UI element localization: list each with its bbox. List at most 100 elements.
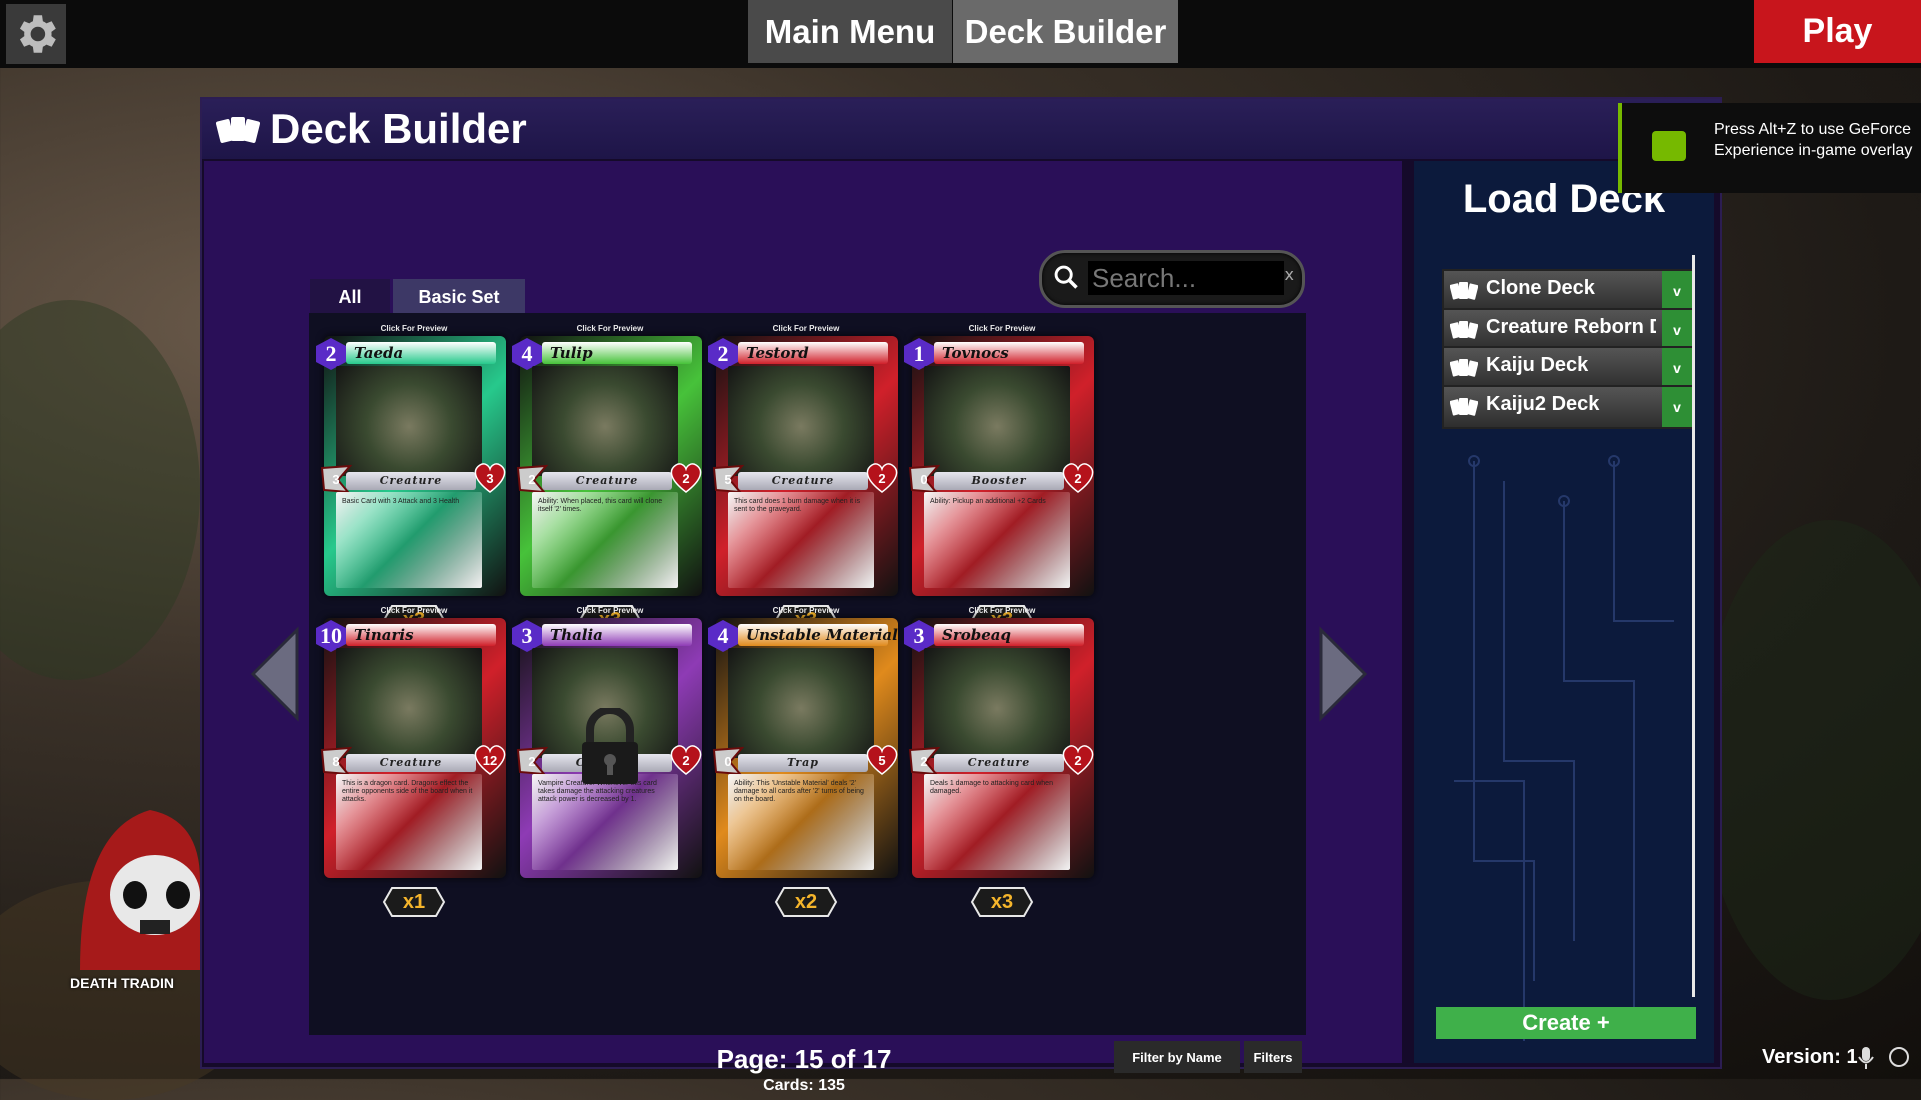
card-tile[interactable]: Click For Preview Tovnocs 1 Booster 0 2 … [902, 324, 1102, 636]
card-name-bar: Srobeaq [934, 624, 1084, 646]
card-artwork [336, 366, 482, 476]
deck-expand-button[interactable]: v [1662, 271, 1692, 311]
search-clear-button[interactable]: x [1285, 265, 1294, 284]
card-type: Booster [934, 472, 1064, 490]
health-value: 2 [682, 470, 690, 486]
card-name-bar: Taeda [346, 342, 496, 364]
deck-list-item[interactable]: Kaiju2 Deck v [1442, 384, 1694, 429]
tab-basic-set[interactable]: Basic Set [393, 279, 525, 315]
attack-value: 2 [528, 471, 536, 487]
card-count-badge: x3 [970, 886, 1034, 918]
next-page-arrow[interactable] [1317, 626, 1369, 722]
page-title: Deck Builder [270, 105, 527, 152]
geforce-overlay-notification: Press Alt+Z to use GeForce Experience in… [1618, 103, 1921, 193]
card-description: Deals 1 damage to attacking card when da… [930, 780, 1053, 795]
card-description: Ability: This 'Unstable Material' deals … [734, 780, 864, 803]
deck-list-item[interactable]: Creature Reborn Deck v [1442, 307, 1694, 352]
search-input[interactable] [1088, 261, 1284, 295]
search-box: x [1039, 250, 1305, 308]
card-type: Creature [346, 754, 476, 772]
deck-builder-button[interactable]: Deck Builder [953, 0, 1178, 63]
search-icon [1054, 265, 1078, 289]
page-indicator: Page: 15 of 17 [716, 1044, 892, 1074]
card-count: x2 [794, 890, 818, 913]
tab-all[interactable]: All [310, 279, 390, 315]
card-description: This card does 1 burn damage when it is … [734, 498, 861, 513]
main-menu-button[interactable]: Main Menu [748, 0, 952, 63]
health-heart-icon: 2 [668, 744, 704, 776]
cards-icon [215, 112, 261, 146]
card-tile[interactable]: Click For Preview Srobeaq 3 Creature 2 2… [902, 606, 1102, 918]
card-tile[interactable]: Click For Preview Thalia 3 Creature 2 2 … [510, 606, 710, 918]
card-artwork [728, 648, 874, 758]
card-type: Creature [738, 472, 868, 490]
deck-expand-button[interactable]: v [1662, 386, 1692, 427]
card-text-box: Ability: This 'Unstable Material' deals … [728, 774, 874, 870]
card-type: Creature [934, 754, 1064, 772]
card-artwork [336, 648, 482, 758]
card-count: x3 [990, 890, 1014, 913]
card-tile[interactable]: Click For Preview Testord 2 Creature 5 2… [706, 324, 906, 636]
filters-button[interactable]: Filters [1244, 1041, 1302, 1073]
attack-value: 0 [724, 753, 732, 769]
health-heart-icon: 2 [668, 462, 704, 494]
card-browser: All Basic Set x Click For Preview Taeda … [204, 161, 1402, 1094]
create-deck-button[interactable]: Create + [1436, 1007, 1696, 1039]
card-tile[interactable]: Click For Preview Tinaris 10 Creature 8 … [314, 606, 514, 918]
health-value: 5 [878, 752, 886, 768]
card-tile[interactable]: Click For Preview Tulip 4 Creature 2 2 A… [510, 324, 710, 636]
game-logo: DEATH TRADIN [70, 790, 200, 991]
version-label: Version: 1 [1762, 1046, 1858, 1068]
card-name-bar: Testord [738, 342, 888, 364]
health-value: 2 [1074, 752, 1082, 768]
card-tile[interactable]: Click For Preview Taeda 2 Creature 3 3 B… [314, 324, 514, 636]
card-name: Tovnocs [942, 344, 1009, 362]
card-name: Thalia [550, 626, 603, 644]
deck-list-item[interactable]: Kaiju Deck v [1442, 346, 1694, 390]
attack-value: 3 [332, 471, 340, 487]
previous-page-arrow[interactable] [249, 626, 301, 722]
health-value: 3 [486, 470, 494, 486]
filter-by-name-button[interactable]: Filter by Name [1114, 1041, 1240, 1073]
card-type: Creature [542, 472, 672, 490]
lock-icon [574, 706, 646, 788]
card-preview-hint: Click For Preview [772, 606, 840, 615]
card-artwork [924, 648, 1070, 758]
cards-icon [1450, 320, 1478, 339]
health-value: 2 [878, 470, 886, 486]
deck-name: Kaiju2 Deck [1486, 392, 1600, 415]
card-description: This is a dragon card. Dragons effect th… [342, 780, 473, 803]
card-text-box: Ability: When placed, this card will clo… [532, 492, 678, 588]
load-deck-panel: Load Deck Clone Deck v Creature Reborn D… [1414, 161, 1714, 1063]
cards-count: Cards: 135 [763, 1077, 845, 1094]
logo-text: DEATH TRADIN [70, 975, 174, 991]
card-name-bar: Unstable Material [738, 624, 898, 646]
attack-value: 5 [724, 471, 732, 487]
deck-expand-button[interactable]: v [1662, 348, 1692, 388]
card-name: Srobeaq [942, 626, 1011, 644]
card-preview-hint: Click For Preview [380, 324, 448, 333]
attack-value: 2 [920, 753, 928, 769]
deck-builder-panel: Deck Builder All Basic Set x Click For P… [200, 97, 1722, 1094]
deck-name: Clone Deck [1486, 277, 1595, 299]
deck-list-item[interactable]: Clone Deck v [1442, 269, 1694, 313]
record-icon [1889, 1047, 1909, 1067]
cards-icon [1450, 359, 1478, 377]
card-text-box: Vampire Creature. Whenever this card tak… [532, 774, 678, 870]
card-description: Ability: Pickup an additional +2 Cards [930, 498, 1046, 505]
overlay-message: Press Alt+Z to use GeForce Experience in… [1714, 121, 1913, 159]
play-button[interactable]: Play [1754, 0, 1921, 63]
card-text-box: This is a dragon card. Dragons effect th… [336, 774, 482, 870]
card-count-badge: x1 [382, 886, 446, 918]
deck-expand-button[interactable]: v [1662, 309, 1692, 350]
attack-icon: 0 [712, 746, 745, 776]
card-type: Trap [738, 754, 868, 772]
card-name: Taeda [354, 344, 404, 362]
microphone-icon [1858, 1047, 1874, 1069]
health-value: 2 [1074, 470, 1082, 486]
card-type: Creature [346, 472, 476, 490]
card-tile[interactable]: Click For Preview Unstable Material 4 Tr… [706, 606, 906, 918]
deck-name: Kaiju Deck [1486, 354, 1589, 376]
settings-button[interactable] [6, 4, 66, 64]
deck-list-scrollbar[interactable] [1692, 255, 1695, 997]
